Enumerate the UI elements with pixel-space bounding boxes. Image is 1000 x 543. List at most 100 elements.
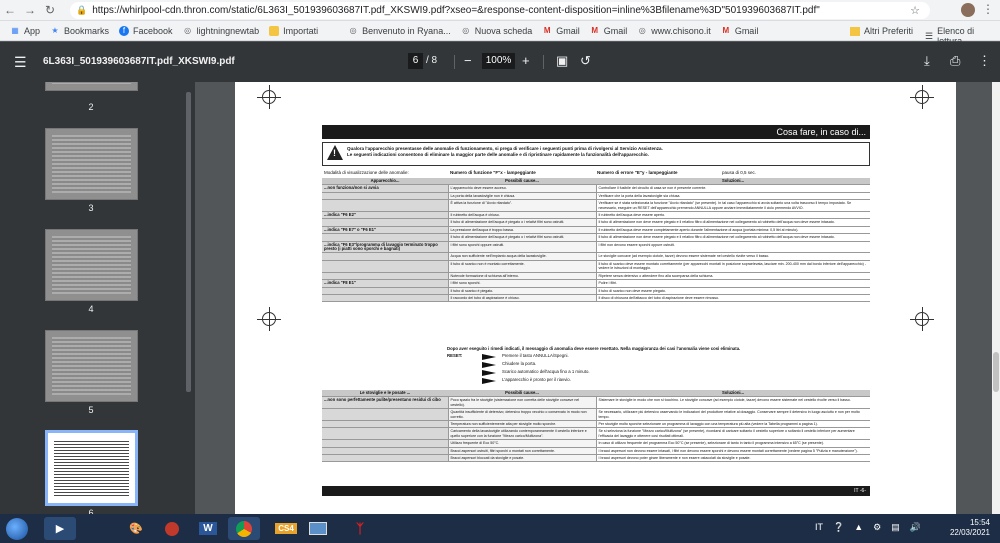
arrow-icon xyxy=(482,354,496,360)
pause-label: pausa di 0,5 sec. xyxy=(722,170,757,175)
cs4-app-icon[interactable]: CS4 xyxy=(270,517,302,540)
pdf-page: Cosa fare, in caso di... Qualora l'appar… xyxy=(235,82,956,514)
zoom-out-icon[interactable]: − xyxy=(464,53,472,68)
download-icon[interactable]: ⤓ xyxy=(924,53,930,69)
back-icon[interactable]: ← xyxy=(0,0,20,20)
bookmark-label: App xyxy=(24,25,41,36)
reset-step: Chiudere la porta. xyxy=(502,361,537,366)
scrollbar-thumb[interactable] xyxy=(993,352,999,392)
crop-mark xyxy=(910,85,934,109)
reset-heading: Dopo aver eseguito i rimedi indicati, il… xyxy=(447,346,741,351)
table-cell-app xyxy=(322,408,448,422)
table-cell-app xyxy=(322,420,448,429)
globe-icon: ◎ xyxy=(349,26,357,35)
table-cell-app xyxy=(322,447,448,456)
globe-icon: ◎ xyxy=(638,26,646,35)
settings-icon[interactable]: ⚙ xyxy=(873,522,881,533)
table-cell-cause: Caricamento della lavastoviglie utilizza… xyxy=(447,427,597,441)
bookmark-apps[interactable]: ▦ App xyxy=(10,26,40,36)
bookmark-altri-preferiti[interactable]: Altri Preferiti xyxy=(850,26,913,36)
table-cell-sol: Se necessario, utilizzare più detersivo … xyxy=(596,408,870,422)
table-cell-cause: Utilizzo frequente di Eco 50°C. xyxy=(447,439,597,448)
bookmark-nuova-scheda[interactable]: ◎ Nuova scheda xyxy=(461,26,532,36)
column-header: Possibili cause... xyxy=(448,178,596,186)
table-cell-app: ...indica "F6 E7" o "F6 E1" xyxy=(322,226,448,235)
arrow-icon xyxy=(482,362,496,368)
thumbnail-sidebar: 2 3 4 5 6 xyxy=(0,82,195,514)
table-row: Il tubo di scarico non è montato corrett… xyxy=(322,260,870,273)
star-icon[interactable]: ☆ xyxy=(910,4,920,17)
more-options-icon[interactable]: ⋮ xyxy=(978,53,991,69)
bookmark-gmail-2[interactable]: M Gmail xyxy=(590,26,627,36)
profile-avatar[interactable] xyxy=(961,3,975,17)
fit-page-icon[interactable]: ▣ xyxy=(556,53,568,69)
thumbnail-page-4[interactable] xyxy=(45,229,138,301)
menu-icon[interactable]: ⋮ xyxy=(982,2,994,16)
table-row: Utilizzo frequente di Eco 50°C. In caso d… xyxy=(322,439,870,448)
table-row: Notevole formazione di schiuma all'inter… xyxy=(322,272,870,281)
volume-icon[interactable]: 🔊 xyxy=(910,522,921,533)
clock[interactable]: 15:54 22/03/2021 xyxy=(950,518,990,538)
bookmark-gmail-3[interactable]: M Gmail xyxy=(721,25,759,36)
hamburger-menu-icon[interactable]: ☰ xyxy=(14,54,27,71)
reset-block: Dopo aver eseguito i rimedi indicati, il… xyxy=(322,344,870,388)
word-icon[interactable]: W xyxy=(192,517,224,540)
url-text: https://whirlpool-cdn.thron.com/static/6… xyxy=(92,5,820,16)
record-app-icon[interactable] xyxy=(156,517,188,540)
bookmark-facebook[interactable]: f Facebook xyxy=(119,25,173,36)
zoom-input[interactable]: 100% xyxy=(482,53,515,69)
table-row: Temperatura non sufficientemente alta pe… xyxy=(322,420,870,429)
paint-icon[interactable]: 🎨 xyxy=(120,517,152,540)
help-icon[interactable]: ❔ xyxy=(833,522,844,533)
thumbnail-label: 4 xyxy=(88,304,94,314)
table-cell-app xyxy=(322,287,448,295)
thumbnail-page-3[interactable] xyxy=(45,128,138,200)
table-cell-app xyxy=(322,272,448,281)
media-player-icon[interactable]: ▶ xyxy=(44,517,76,540)
bookmark-label: Bookmarks xyxy=(64,25,110,36)
language-indicator[interactable]: IT xyxy=(815,522,823,533)
thumbnail-label: 3 xyxy=(88,203,94,213)
bookmark-lightning[interactable]: ◎ lightningnewtab xyxy=(183,26,259,36)
bookmark-bookmarks[interactable]: ★ Bookmarks xyxy=(50,26,109,36)
bookmark-chisono[interactable]: ◎ www.chisono.it xyxy=(637,26,711,36)
table-row: Acqua non sufficiente nell'impianto acqu… xyxy=(322,252,870,261)
page-number-input[interactable]: 6 xyxy=(408,53,423,69)
address-bar[interactable]: 🔒 https://whirlpool-cdn.thron.com/static… xyxy=(70,2,930,19)
crop-mark xyxy=(257,307,281,331)
table-cell-sol: Controllare il fusibile del circuito di … xyxy=(596,184,870,193)
function-number-label: Numero di funzione "F"x - lampeggiante xyxy=(450,170,536,175)
table-cell-app xyxy=(322,294,448,303)
bookmark-ryanair[interactable]: ◎ Benvenuto in Ryana... xyxy=(348,26,451,36)
acrobat-icon[interactable]: ᛉ xyxy=(344,517,376,540)
bookmark-importati[interactable]: Importati xyxy=(269,25,318,36)
thumbnail-page-6[interactable] xyxy=(45,430,138,506)
table-cell-app xyxy=(322,233,448,242)
windows-start-icon[interactable] xyxy=(6,518,28,540)
reload-icon[interactable]: ↻ xyxy=(40,0,60,20)
table-cell-sol: Verificare se è stata selezionata la fun… xyxy=(596,199,870,213)
bookmark-label: Facebook xyxy=(133,25,173,36)
table-cell-sol: I bracci aspersori non devono essere int… xyxy=(596,447,870,456)
explorer-icon[interactable] xyxy=(302,517,334,540)
show-hidden-icon[interactable]: ▲ xyxy=(854,522,863,533)
zoom-in-icon[interactable]: + xyxy=(522,53,530,68)
page-footer: IT -6- xyxy=(322,486,870,496)
display-mode-row: Modalità di visualizzazione delle anomal… xyxy=(322,169,870,177)
table-cell-app: ...non funziona/non si avvia xyxy=(322,184,448,193)
thumbnail-page-5[interactable] xyxy=(45,330,138,402)
print-icon[interactable]: ⎙ xyxy=(950,53,960,69)
sidebar-scrollbar[interactable] xyxy=(186,92,191,392)
bookmark-gmail-1[interactable]: M Gmail xyxy=(542,26,580,36)
table-row: Il raccordo del tubo di aspirazione è ch… xyxy=(322,294,870,303)
thumbnail-page-2[interactable] xyxy=(45,82,138,91)
gmail-icon: M xyxy=(722,26,730,35)
network-icon[interactable]: ▤ xyxy=(891,522,900,533)
main-scrollbar[interactable] xyxy=(992,82,1000,514)
table-cell-sol: Il tubo di scarico deve essere montato c… xyxy=(596,260,870,273)
rotate-icon[interactable]: ↺ xyxy=(580,53,591,69)
table-cell-sol: Verificare che la porta della lavastovig… xyxy=(596,192,870,201)
bookmark-label: Gmail xyxy=(734,25,759,36)
forward-icon[interactable]: → xyxy=(20,0,40,20)
chrome-icon[interactable] xyxy=(228,517,260,540)
